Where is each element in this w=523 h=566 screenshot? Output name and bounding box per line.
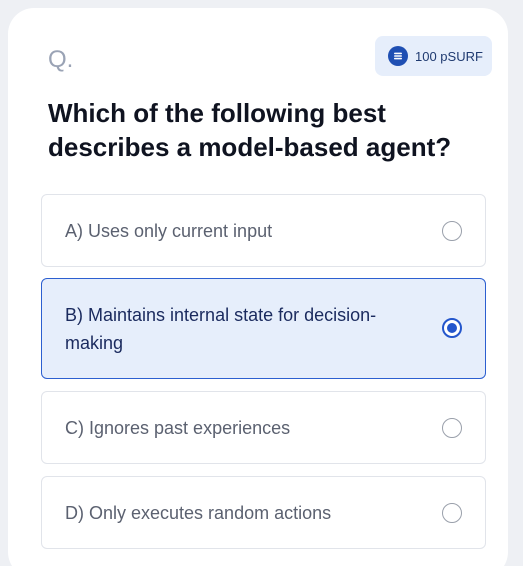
answer-option-d[interactable]: D) Only executes random actions (41, 476, 486, 549)
answer-option-label: C) Ignores past experiences (65, 418, 291, 438)
question-text: Which of the following best describes a … (48, 98, 452, 162)
radio-unchecked-icon[interactable] (442, 418, 462, 438)
radio-checked-icon[interactable] (442, 318, 462, 338)
question-number-label: Q. (48, 46, 74, 73)
coin-icon (388, 46, 408, 66)
radio-unchecked-icon[interactable] (442, 221, 462, 241)
answer-option-label: B) Maintains internal state for decision… (65, 305, 377, 353)
reward-badge: 100 pSURF (375, 36, 492, 76)
answer-option-a[interactable]: A) Uses only current input (41, 194, 486, 267)
reward-amount: 100 pSURF (415, 48, 483, 64)
answer-option-label: D) Only executes random actions (65, 503, 332, 523)
answer-option-label: A) Uses only current input (65, 221, 273, 241)
answer-option-b[interactable]: B) Maintains internal state for decision… (41, 278, 486, 379)
radio-unchecked-icon[interactable] (442, 503, 462, 523)
answer-option-c[interactable]: C) Ignores past experiences (41, 391, 486, 464)
